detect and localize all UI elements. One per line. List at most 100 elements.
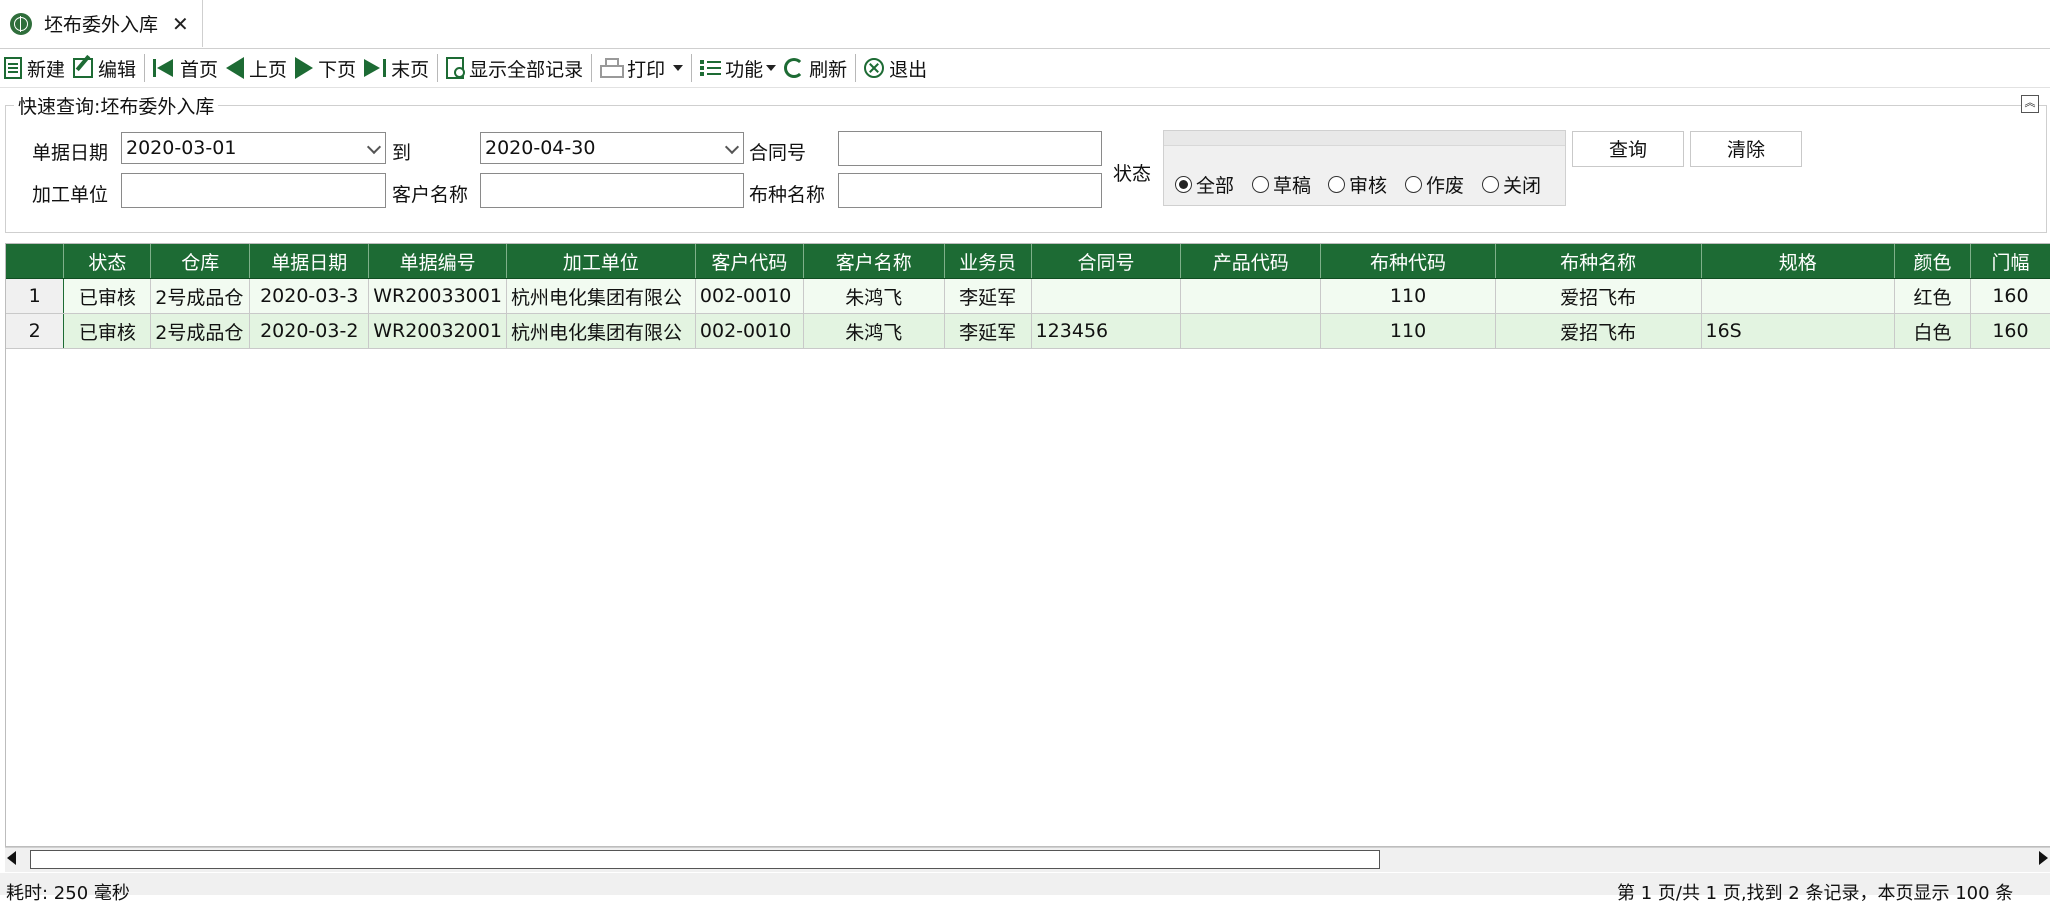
search-doc-icon (446, 57, 466, 79)
table-cell[interactable]: 朱鸿飞 (803, 278, 945, 314)
print-button[interactable]: 打印 (596, 50, 687, 86)
table-cell[interactable]: 李延军 (944, 313, 1032, 349)
prev-page-icon (226, 57, 245, 79)
last-page-button[interactable]: 末页 (360, 50, 433, 86)
scrollbar-thumb[interactable] (30, 850, 1380, 869)
next-page-button[interactable]: 下页 (291, 50, 360, 86)
query-button[interactable]: 查询 (1572, 131, 1684, 167)
table-cell[interactable] (1701, 278, 1896, 314)
edit-button[interactable]: 编辑 (69, 50, 140, 86)
status-radio-draft[interactable]: 草稿 (1252, 171, 1311, 198)
processor-field[interactable] (121, 173, 386, 208)
column-header[interactable]: 合同号 (1031, 244, 1182, 279)
column-header[interactable]: 布种代码 (1320, 244, 1496, 279)
row-number-header[interactable] (6, 244, 65, 279)
status-radio-void[interactable]: 作废 (1405, 171, 1464, 198)
column-header[interactable]: 加工单位 (506, 244, 696, 279)
customer-field[interactable] (480, 173, 744, 208)
table-cell[interactable]: 002-0010 (695, 278, 804, 314)
table-cell[interactable]: 002-0010 (695, 313, 804, 349)
table-row[interactable]: 2 已审核 2号成品仓 2020-03-2 WR20032001 杭州电化集团有… (6, 313, 2050, 349)
table-cell[interactable] (1180, 313, 1322, 349)
table-cell[interactable]: 杭州电化集团有限公 (506, 278, 696, 314)
table-cell[interactable]: 朱鸿飞 (803, 313, 945, 349)
table-cell[interactable]: 李延军 (944, 278, 1032, 314)
table-cell[interactable]: 已审核 (63, 278, 152, 314)
table-cell[interactable] (1031, 278, 1182, 314)
table-cell[interactable]: 2号成品仓 (150, 313, 251, 349)
clear-button[interactable]: 清除 (1690, 131, 1802, 167)
column-header[interactable]: 仓库 (150, 244, 251, 279)
dropdown-caret-icon (766, 65, 777, 71)
table-cell[interactable]: 2020-03-2 (249, 313, 370, 349)
toolbar-separator (437, 54, 439, 82)
table-cell[interactable]: WR20033001 (368, 278, 507, 314)
chevron-down-icon (366, 139, 382, 155)
date-from-field[interactable]: 2020-03-01 (121, 132, 386, 164)
table-row[interactable]: 1 已审核 2号成品仓 2020-03-3 WR20033001 杭州电化集团有… (6, 278, 2050, 314)
new-button[interactable]: 新建 (0, 50, 69, 86)
status-radio-closed[interactable]: 关闭 (1482, 171, 1541, 198)
scroll-left-icon[interactable] (7, 851, 16, 865)
table-cell[interactable]: 110 (1320, 278, 1496, 314)
function-menu-button[interactable]: 功能 (696, 50, 780, 86)
status-bar: 耗时: 250 毫秒 第 1 页/共 1 页,找到 2 条记录，本页显示 100… (0, 873, 2050, 904)
horizontal-scrollbar[interactable] (5, 847, 2050, 872)
column-header[interactable]: 颜色 (1894, 244, 1971, 279)
tab-fabric-outsourcing-inbound[interactable]: 坯布委外入库 ✕ (0, 0, 203, 47)
column-header[interactable]: 状态 (63, 244, 152, 279)
toolbar-separator (144, 54, 146, 82)
table-cell[interactable]: 2020-03-3 (249, 278, 370, 314)
radio-icon (1252, 176, 1269, 193)
first-page-icon (153, 58, 175, 78)
column-header[interactable]: 客户名称 (803, 244, 945, 279)
column-header[interactable]: 门幅 (1970, 244, 2050, 279)
table-cell[interactable]: 爱招飞布 (1495, 313, 1702, 349)
quick-query-title: 快速查询:坯布委外入库 (14, 92, 219, 119)
status-radio-all[interactable]: 全部 (1175, 171, 1234, 198)
scroll-right-icon[interactable] (2039, 851, 2048, 865)
contract-field[interactable] (838, 131, 1102, 166)
customer-label: 客户名称 (392, 184, 469, 206)
table-cell[interactable]: 已审核 (63, 313, 152, 349)
column-header[interactable]: 规格 (1701, 244, 1896, 279)
column-header[interactable]: 产品代码 (1180, 244, 1322, 279)
show-all-records-button[interactable]: 显示全部记录 (442, 50, 587, 86)
table-cell[interactable]: WR20032001 (368, 313, 507, 349)
elapsed-time: 耗时: 250 毫秒 (6, 883, 130, 904)
fabric-field[interactable] (838, 173, 1102, 208)
collapse-icon[interactable]: ︽ (2021, 95, 2039, 113)
date-to-field[interactable]: 2020-04-30 (480, 132, 744, 164)
table-cell[interactable]: 白色 (1894, 313, 1971, 349)
close-icon[interactable]: ✕ (172, 12, 189, 36)
first-page-button[interactable]: 首页 (149, 50, 222, 86)
row-number[interactable]: 1 (6, 278, 65, 314)
table-cell[interactable]: 爱招飞布 (1495, 278, 1702, 314)
column-header[interactable]: 单据编号 (368, 244, 507, 279)
column-header[interactable]: 布种名称 (1495, 244, 1702, 279)
table-cell[interactable]: 110 (1320, 313, 1496, 349)
table-cell[interactable]: 2号成品仓 (150, 278, 251, 314)
column-header[interactable]: 客户代码 (695, 244, 804, 279)
table-cell[interactable]: 160 (1970, 313, 2050, 349)
column-header[interactable]: 业务员 (944, 244, 1032, 279)
refresh-button[interactable]: 刷新 (780, 50, 851, 86)
toolbar-separator (691, 54, 693, 82)
grid-header-row: 状态 仓库 单据日期 单据编号 加工单位 客户代码 客户名称 业务员 合同号 产… (6, 244, 2050, 279)
prev-page-button[interactable]: 上页 (222, 50, 291, 86)
table-cell[interactable]: 16S (1701, 313, 1896, 349)
table-cell[interactable]: 杭州电化集团有限公 (506, 313, 696, 349)
records-grid: 状态 仓库 单据日期 单据编号 加工单位 客户代码 客户名称 业务员 合同号 产… (5, 243, 2050, 847)
row-number[interactable]: 2 (6, 313, 65, 349)
table-cell[interactable]: 160 (1970, 278, 2050, 314)
column-header[interactable]: 单据日期 (249, 244, 370, 279)
list-icon (700, 58, 722, 78)
exit-button[interactable]: 退出 (860, 50, 931, 86)
edit-icon (73, 58, 94, 78)
tab-strip: 坯布委外入库 ✕ (0, 0, 2050, 49)
table-cell[interactable]: 红色 (1894, 278, 1971, 314)
contract-label: 合同号 (749, 142, 807, 164)
table-cell[interactable] (1180, 278, 1322, 314)
status-radio-approved[interactable]: 审核 (1328, 171, 1387, 198)
table-cell[interactable]: 123456 (1031, 313, 1182, 349)
